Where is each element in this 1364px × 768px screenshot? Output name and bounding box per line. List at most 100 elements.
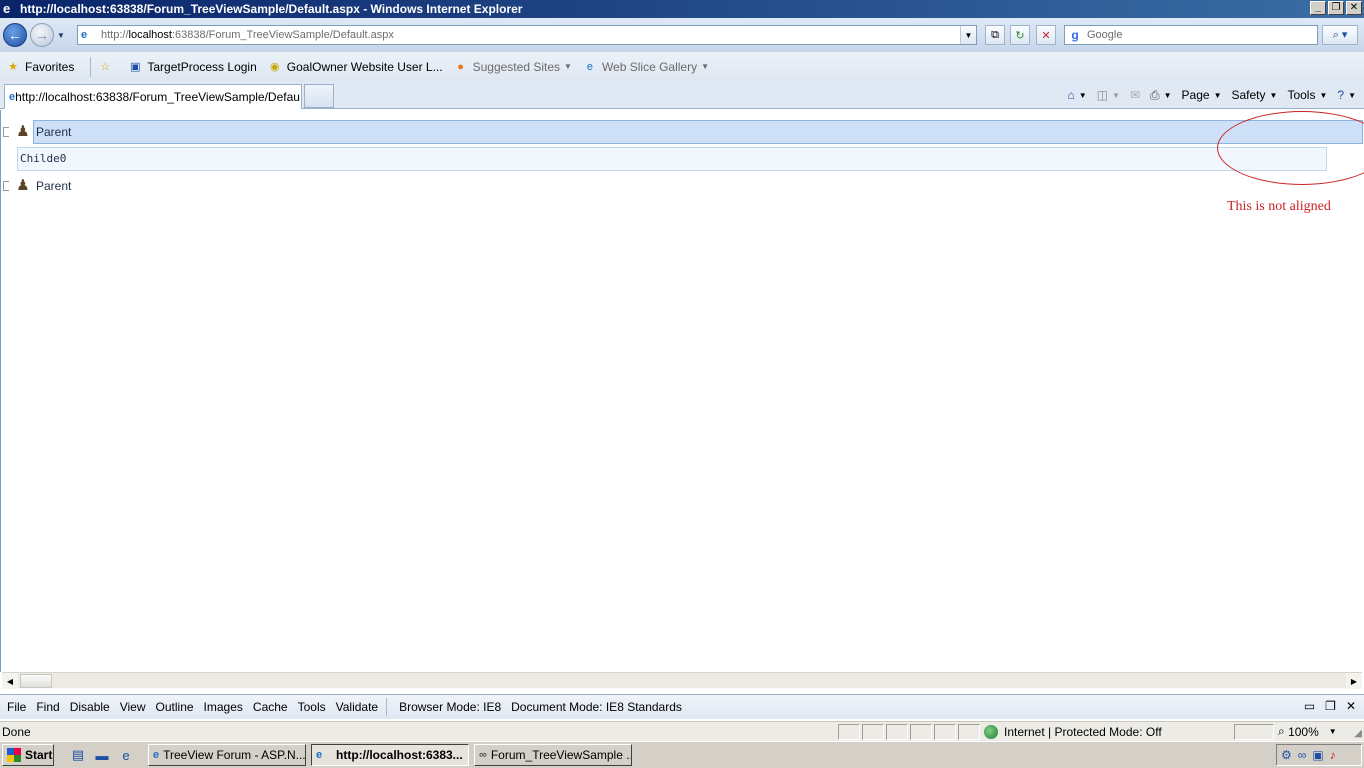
ie-icon: e <box>153 749 160 761</box>
tree-node-label[interactable]: Parent <box>36 179 71 193</box>
globe-icon <box>984 725 998 739</box>
status-cell <box>838 724 860 740</box>
dev-menu-view[interactable]: View <box>120 700 146 714</box>
help-icon: ? <box>1337 88 1345 102</box>
star-icon: ★ <box>8 61 18 73</box>
tree-node-parent[interactable]: ♟ <box>3 176 33 196</box>
new-tab-button[interactable] <box>304 84 334 108</box>
favorite-goalowner-website[interactable]: ◉ GoalOwner Website User L... <box>267 59 443 75</box>
chevron-down-icon: ▼ <box>1328 727 1337 736</box>
start-button[interactable]: Start <box>2 744 54 766</box>
zoom-control[interactable]: ⌕ 100% ▼ <box>1278 724 1337 739</box>
add-favorite-icon: ☆ <box>100 61 111 73</box>
tray-network-icon[interactable]: ⚙ <box>1281 748 1292 762</box>
tree-line <box>3 181 9 191</box>
help-button[interactable]: ? ▼ <box>1337 88 1356 102</box>
minimize-icon[interactable]: ▭ <box>1304 699 1315 713</box>
dev-menu-find[interactable]: Find <box>36 700 59 714</box>
horizontal-scrollbar[interactable]: ◀ ▶ <box>2 672 1362 689</box>
address-bar[interactable]: e http://localhost:63838/Forum_TreeViewS… <box>77 25 977 45</box>
back-button[interactable]: ← <box>3 23 27 47</box>
tree-child-row <box>17 147 1327 171</box>
favorites-bar: ★ Favorites ☆ ▣ TargetProcess Login ◉ Go… <box>0 52 1364 81</box>
tray-volume-icon[interactable]: ♪ <box>1330 748 1336 762</box>
page-icon: e <box>81 29 88 41</box>
tools-menu[interactable]: Tools ▼ <box>1287 88 1327 102</box>
resize-grip-icon[interactable]: ◢ <box>1354 728 1362 739</box>
safety-menu[interactable]: Safety ▼ <box>1232 88 1278 102</box>
command-bar: ⌂ ▼ ◫ ▼ ✉ ⎙ ▼ Page ▼ Safety ▼ Tools ▼ ? ▼ <box>1058 85 1356 105</box>
status-cell <box>862 724 884 740</box>
scroll-left-button[interactable]: ◀ <box>2 673 18 689</box>
separator <box>386 698 388 716</box>
minimize-button[interactable]: _ <box>1310 1 1326 15</box>
server-manager-icon[interactable]: ▤ <box>70 747 86 763</box>
goalowner-icon: ◉ <box>269 61 280 73</box>
compatibility-view-icon[interactable]: ⧉ <box>985 25 1005 45</box>
read-mail-button[interactable]: ✉ <box>1130 88 1140 102</box>
search-button[interactable]: ⌕ ▾ <box>1322 25 1358 45</box>
feeds-button[interactable]: ◫ ▼ <box>1097 88 1120 102</box>
tree-child-label[interactable]: Childe0 <box>20 152 66 165</box>
chevron-down-icon: ▼ <box>564 62 572 71</box>
address-dropdown-button[interactable]: ▼ <box>960 26 976 44</box>
ie-icon: e <box>316 749 323 761</box>
scroll-thumb[interactable] <box>20 674 52 688</box>
favorites-button[interactable]: ★ Favorites <box>5 59 74 75</box>
forward-button[interactable]: → <box>30 23 54 47</box>
popup-blocker-cell[interactable] <box>1234 724 1274 740</box>
tree-node-label[interactable]: Parent <box>36 125 71 139</box>
chevron-down-icon: ▼ <box>701 62 710 71</box>
dev-menu-images[interactable]: Images <box>204 700 243 714</box>
recent-pages-dropdown[interactable]: ▼ <box>57 31 67 40</box>
scroll-right-button[interactable]: ▶ <box>1346 673 1362 689</box>
dev-menu-outline[interactable]: Outline <box>156 700 194 714</box>
annotation-circle <box>1217 111 1364 185</box>
taskbar-button[interactable]: e TreeView Forum - ASP.N... <box>148 744 306 766</box>
favorite-targetprocess-login[interactable]: ▣ TargetProcess Login <box>127 59 257 75</box>
windows-logo-icon <box>7 748 21 762</box>
favorite-web-slice-gallery[interactable]: e Web Slice Gallery ▼ <box>582 59 709 75</box>
refresh-icon[interactable]: ↻ <box>1010 25 1030 45</box>
undock-icon[interactable]: ❐ <box>1325 699 1336 713</box>
tree-node-parent[interactable]: ♟ <box>3 122 33 142</box>
tray-monitor-icon[interactable]: ▣ <box>1312 748 1323 762</box>
tree-node-selected-highlight <box>33 120 1363 144</box>
security-zone[interactable]: Internet | Protected Mode: Off <box>984 724 1162 740</box>
visual-studio-icon: ∞ <box>479 749 487 761</box>
browser-mode-menu[interactable]: Browser Mode: IE8 <box>399 700 501 714</box>
restore-button[interactable]: ❐ <box>1328 1 1344 15</box>
favorite-suggested-sites[interactable]: ● Suggested Sites ▼ <box>453 59 572 75</box>
add-to-favorites-bar-button[interactable]: ☆ <box>97 59 117 75</box>
page-menu[interactable]: Page ▼ <box>1182 88 1222 102</box>
window-title: http://localhost:63838/Forum_TreeViewSam… <box>20 2 523 16</box>
taskbar-button[interactable]: ∞ Forum_TreeViewSample ... <box>474 744 632 766</box>
close-icon[interactable]: ✕ <box>1346 699 1356 713</box>
document-mode-menu[interactable]: Document Mode: IE8 Standards <box>511 700 682 714</box>
stop-icon[interactable]: ✕ <box>1036 25 1056 45</box>
dev-window-controls: ▭ ❐ ✕ <box>1304 699 1356 713</box>
address-url[interactable]: http://localhost:63838/Forum_TreeViewSam… <box>101 29 394 41</box>
dev-menu-tools[interactable]: Tools <box>298 700 326 714</box>
status-cell <box>886 724 908 740</box>
tab-current[interactable]: e http://localhost:63838/Forum_TreeViewS… <box>4 84 302 109</box>
ie-quicklaunch-icon[interactable]: e <box>118 747 134 763</box>
dev-menu-disable[interactable]: Disable <box>70 700 110 714</box>
tray-link-icon[interactable]: ∞ <box>1298 748 1307 762</box>
status-bar: Done Internet | Protected Mode: Off ⌕ 10… <box>0 721 1364 741</box>
separator <box>90 56 92 77</box>
annotation-text: This is not aligned <box>1227 199 1331 214</box>
dev-menu-validate[interactable]: Validate <box>336 700 378 714</box>
dev-menu-file[interactable]: File <box>7 700 26 714</box>
close-button[interactable]: ✕ <box>1346 1 1362 15</box>
page-content: ♟ Parent Childe0 ♟ Parent This is not al… <box>0 110 1364 672</box>
quick-launch: ▤ ▬ e <box>70 747 134 763</box>
web-slice-icon: e <box>586 60 593 73</box>
taskbar-button-active[interactable]: e http://localhost:6383... <box>311 744 469 766</box>
dev-menu-cache[interactable]: Cache <box>253 700 288 714</box>
print-button[interactable]: ⎙ ▼ <box>1150 88 1172 103</box>
search-input[interactable]: g Google <box>1064 25 1318 45</box>
ie-logo-icon: e <box>3 1 11 16</box>
show-desktop-icon[interactable]: ▬ <box>94 747 110 763</box>
home-button[interactable]: ⌂ ▼ <box>1068 88 1087 102</box>
